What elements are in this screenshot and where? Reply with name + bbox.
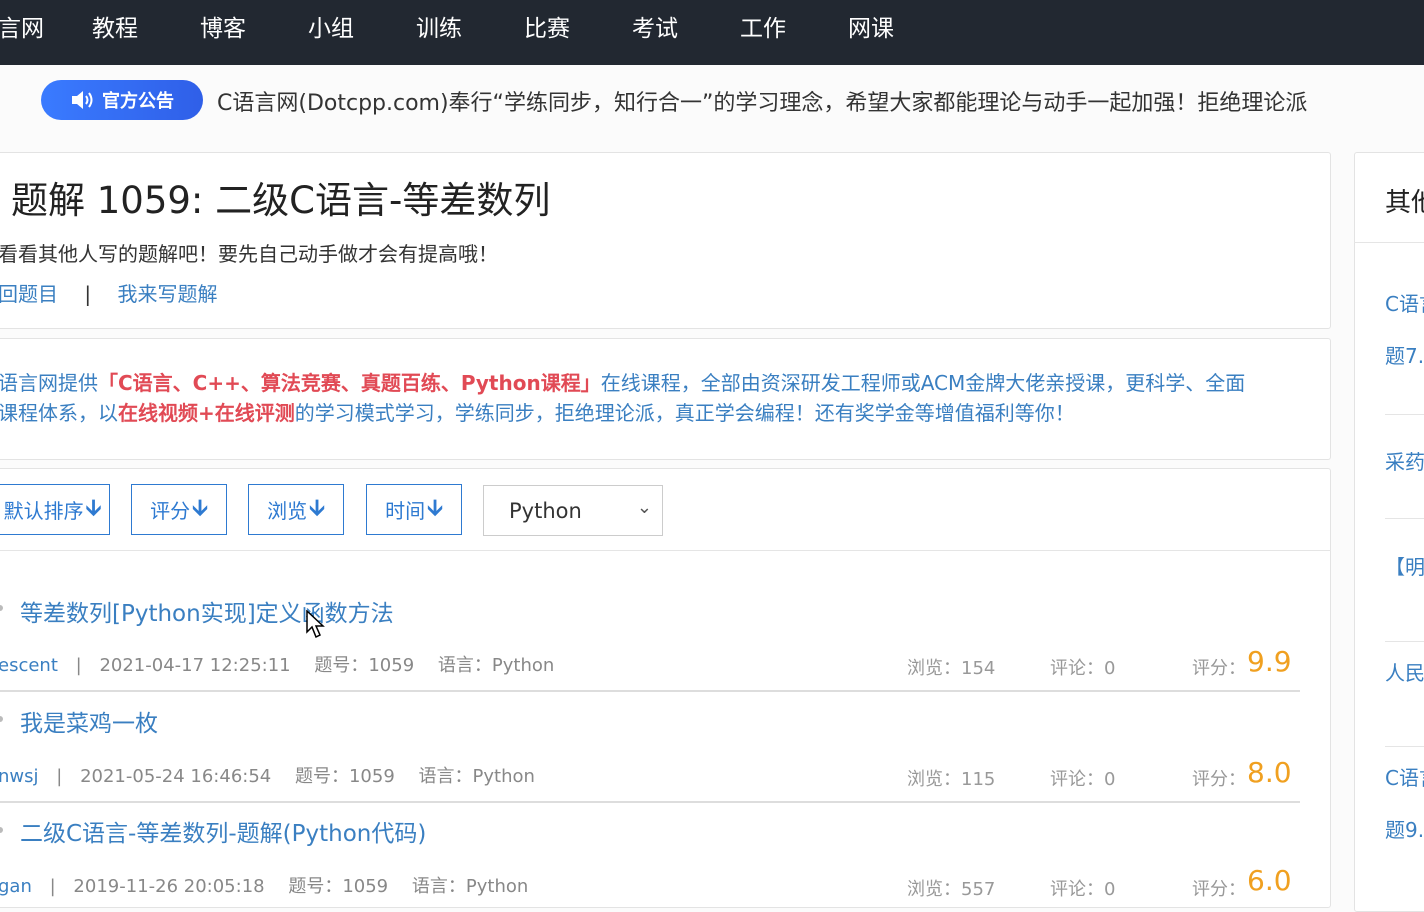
- sidebar-link[interactable]: C语言: [1385, 288, 1424, 317]
- author-link[interactable]: nwsj: [0, 766, 39, 787]
- comments-count: 评论：0: [1050, 769, 1116, 790]
- speaker-icon: [72, 91, 93, 109]
- nav-item-courses[interactable]: 网课: [848, 0, 894, 65]
- sort-views-button[interactable]: 浏览 🡫: [248, 484, 344, 535]
- sidebar-divider: [1385, 641, 1424, 642]
- announcement-text[interactable]: C语言网(Dotcpp.com)奉行“学练同步，知行合一”的学习理念，希望大家都…: [217, 85, 1307, 117]
- arrow-down-icon: 🡫: [309, 495, 325, 521]
- nav-item-exams[interactable]: 考试: [632, 0, 678, 65]
- sidebar-divider: [1385, 518, 1424, 519]
- post-date: 2021-05-24 16:46:54: [80, 766, 272, 787]
- sidebar-divider: [1354, 242, 1424, 243]
- arrow-down-icon: 🡫: [85, 495, 102, 521]
- sidebar-panel: [1354, 152, 1424, 912]
- solution-meta: escent | 2021-04-17 12:25:11 题号：1059 语言：…: [0, 655, 555, 676]
- nav-item-contests[interactable]: 比赛: [524, 0, 570, 65]
- top-navbar: 言网 教程 博客 小组 训练 比赛 考试 工作 网课: [0, 0, 1424, 65]
- chevron-down-icon: ⌄: [636, 497, 652, 518]
- score-label: 评分：: [1192, 769, 1246, 790]
- announcement-bar: 官方公告 C语言网(Dotcpp.com)奉行“学练同步，知行合一”的学习理念，…: [0, 65, 1424, 137]
- language-select[interactable]: Python ⌄: [483, 485, 663, 536]
- solution-meta: gan | 2019-11-26 20:05:18 题号：1059 语言：Pyt…: [0, 876, 529, 897]
- sidebar-divider: [1385, 414, 1424, 415]
- views-count: 浏览：557: [907, 879, 996, 900]
- score-value: 6.0: [1247, 864, 1292, 897]
- page-title: 题解 1059: 二级C语言-等差数列: [11, 179, 551, 222]
- sidebar-link[interactable]: 【明: [1385, 551, 1424, 580]
- author-link[interactable]: gan: [0, 876, 32, 897]
- sidebar-link[interactable]: 题9.: [1385, 814, 1424, 843]
- sidebar-divider: [1385, 746, 1424, 747]
- nav-item-tutorials[interactable]: 教程: [92, 0, 138, 65]
- announcement-badge-label: 官方公告: [102, 91, 174, 112]
- author-link[interactable]: escent: [0, 655, 58, 676]
- score-label: 评分：: [1192, 879, 1246, 900]
- item-divider: [0, 690, 1300, 692]
- post-date: 2021-04-17 12:25:11: [99, 655, 291, 676]
- write-solution-link[interactable]: 我来写题解: [117, 282, 217, 306]
- language-label: 语言：Python: [411, 876, 529, 897]
- sort-time-button[interactable]: 时间 🡫: [366, 484, 462, 535]
- promo-text[interactable]: 语言网提供「C语言、C++、算法竞赛、真题百练、Python课程」在线课程，全部…: [0, 368, 1245, 428]
- header-links: 回题目 | 我来写题解: [0, 278, 217, 307]
- problem-id: 题号：1059: [294, 766, 395, 787]
- score-label: 评分：: [1192, 658, 1246, 679]
- sidebar-link[interactable]: 采药: [1385, 446, 1424, 475]
- nav-item-training[interactable]: 训练: [416, 0, 462, 65]
- post-date: 2019-11-26 20:05:18: [73, 876, 265, 897]
- link-separator: |: [84, 282, 92, 306]
- sidebar-heading: 其他: [1385, 188, 1424, 218]
- problem-id: 题号：1059: [314, 655, 415, 676]
- views-count: 浏览：115: [907, 769, 996, 790]
- solution-title-link[interactable]: 二级C语言-等差数列-题解(Python代码): [20, 814, 426, 848]
- sort-score-button[interactable]: 评分 🡫: [131, 484, 227, 535]
- announcement-badge: 官方公告: [41, 80, 203, 120]
- item-divider: [0, 801, 1300, 803]
- nav-item-groups[interactable]: 小组: [308, 0, 354, 65]
- page-subtitle: 看看其他人写的题解吧！要先自己动手做才会有提高哦！: [0, 242, 498, 266]
- sidebar-link[interactable]: C语言: [1385, 762, 1424, 791]
- score-value: 9.9: [1247, 645, 1292, 678]
- arrow-down-icon: 🡫: [427, 495, 443, 521]
- list-divider: [0, 550, 1331, 551]
- sidebar-link[interactable]: 人民: [1385, 657, 1424, 686]
- language-label: 语言：Python: [418, 766, 535, 787]
- solution-title-link[interactable]: 我是菜鸡一枚: [20, 704, 158, 738]
- score-value: 8.0: [1247, 756, 1292, 789]
- mouse-cursor-icon: [306, 610, 325, 639]
- language-label: 语言：Python: [437, 655, 555, 676]
- sort-default-button[interactable]: 默认排序 🡫: [0, 484, 110, 535]
- solution-title-link[interactable]: 等差数列[Python实现]定义函数方法: [20, 594, 394, 628]
- views-count: 浏览：154: [907, 658, 996, 679]
- comments-count: 评论：0: [1050, 879, 1116, 900]
- site-logo-text[interactable]: 言网: [0, 0, 44, 65]
- nav-item-blog[interactable]: 博客: [200, 0, 246, 65]
- arrow-down-icon: 🡫: [192, 495, 208, 521]
- comments-count: 评论：0: [1050, 658, 1116, 679]
- problem-id: 题号：1059: [288, 876, 389, 897]
- nav-item-jobs[interactable]: 工作: [740, 0, 786, 65]
- back-to-problem-link[interactable]: 回题目: [0, 282, 58, 306]
- sidebar-link[interactable]: 题7.: [1385, 340, 1424, 369]
- solution-meta: nwsj | 2021-05-24 16:46:54 题号：1059 语言：Py…: [0, 766, 535, 787]
